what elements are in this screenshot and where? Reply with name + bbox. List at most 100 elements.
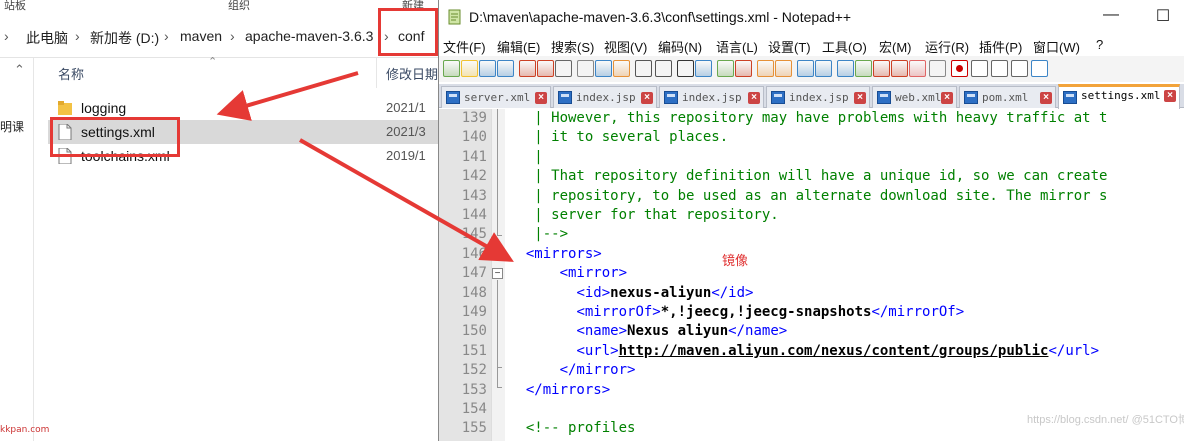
record-icon[interactable]: [951, 60, 968, 77]
expand-up-icon[interactable]: ⌃: [14, 62, 25, 78]
line-number: 150: [461, 323, 487, 340]
new-icon[interactable]: [443, 60, 460, 77]
tab-server-xml[interactable]: server.xml ×: [441, 86, 551, 108]
code-line: 139 | However, this repository may have …: [439, 109, 1184, 128]
menu-item[interactable]: 编辑(E): [497, 37, 540, 56]
monitor-icon[interactable]: [929, 60, 946, 77]
print-icon[interactable]: [555, 60, 572, 77]
breadcrumb-apache-maven[interactable]: apache-maven-3.6.3: [245, 28, 373, 44]
file-tab-icon: [964, 91, 978, 104]
line-number: 155: [461, 420, 487, 437]
tab-settings-xml[interactable]: settings.xml ×: [1058, 84, 1180, 109]
menu-item[interactable]: 工具(O): [822, 37, 867, 56]
breadcrumb-maven[interactable]: maven: [180, 28, 222, 44]
zoom-out-icon[interactable]: [735, 60, 752, 77]
sort-ascending-icon: ⌃: [208, 56, 218, 68]
watermark-text: https://blog.csdn.net/ @51CTO博客: [1027, 414, 1184, 426]
function-list-icon[interactable]: [891, 60, 908, 77]
line-number: 143: [461, 187, 487, 204]
close-tab-icon[interactable]: ×: [1164, 90, 1176, 102]
code-token: <url>: [576, 342, 619, 359]
code-token: | That repository definition will have a…: [509, 168, 1108, 185]
tab-index-jsp[interactable]: index.jsp ×: [659, 86, 764, 108]
close-icon[interactable]: [519, 60, 536, 77]
menu-item[interactable]: 运行(R): [925, 37, 969, 56]
close-tab-icon[interactable]: ×: [941, 92, 953, 104]
nav-item-label[interactable]: 明课: [0, 118, 24, 135]
save-macro-icon[interactable]: [1031, 60, 1048, 77]
maximize-button[interactable]: ☐: [1153, 6, 1173, 26]
code-token: <mirror>: [559, 265, 628, 282]
close-tab-icon[interactable]: ×: [854, 92, 866, 104]
redo-icon[interactable]: [655, 60, 672, 77]
code-text: <mirror>: [509, 265, 627, 281]
replace-icon[interactable]: [695, 60, 712, 77]
tab-web-xml[interactable]: web.xml ×: [872, 86, 957, 108]
chevron-right-icon: ›: [75, 28, 80, 44]
minimize-button[interactable]: —: [1101, 6, 1121, 26]
wrap-icon[interactable]: [797, 60, 814, 77]
chevron-right-icon: ›: [230, 28, 235, 44]
column-divider[interactable]: [376, 58, 377, 88]
ribbon-strip: 站板 组织 新建: [0, 0, 440, 14]
column-header-name[interactable]: 名称: [58, 64, 84, 83]
play-icon[interactable]: [991, 60, 1008, 77]
run-multiple-icon[interactable]: [1011, 60, 1028, 77]
menu-item[interactable]: 搜索(S): [551, 37, 594, 56]
column-header-modified[interactable]: 修改日期: [386, 64, 438, 83]
udl-icon[interactable]: [855, 60, 872, 77]
breadcrumb-this-pc[interactable]: 此电脑: [26, 28, 68, 48]
toolbar: [439, 56, 1184, 82]
open-icon[interactable]: [461, 60, 478, 77]
menu-item[interactable]: 设置(T): [768, 37, 811, 56]
tab-index-jsp[interactable]: index.jsp ×: [766, 86, 870, 108]
close-all-icon[interactable]: [537, 60, 554, 77]
title-bar[interactable]: D:\maven\apache-maven-3.6.3\conf\setting…: [439, 0, 1184, 34]
close-tab-icon[interactable]: ×: [641, 92, 653, 104]
save-all-icon[interactable]: [497, 60, 514, 77]
address-bar[interactable]: › 此电脑 › 新加卷 (D:) › maven › apache-maven-…: [0, 14, 440, 58]
menu-item[interactable]: 视图(V): [604, 37, 647, 56]
tab-index-jsp[interactable]: index.jsp ×: [553, 86, 657, 108]
code-editor[interactable]: − − 镜像 139 | However, this repository ma…: [439, 109, 1184, 441]
close-tab-icon[interactable]: ×: [535, 92, 547, 104]
ribbon-group-clipboard: 站板: [4, 0, 26, 12]
stop-icon[interactable]: [971, 60, 988, 77]
menu-item[interactable]: 宏(M): [879, 37, 912, 56]
all-chars-icon[interactable]: [815, 60, 832, 77]
code-line: 152 </mirror>: [439, 361, 1184, 380]
code-text: <name>Nexus aliyun</name>: [509, 323, 787, 339]
highlight-box-conf: [378, 8, 438, 56]
tab-pom-xml[interactable]: pom.xml ×: [959, 86, 1056, 108]
indent-guide-icon[interactable]: [837, 60, 854, 77]
code-token: </name>: [728, 323, 788, 340]
chevron-right-icon: ›: [164, 28, 169, 44]
close-tab-icon[interactable]: ×: [1040, 92, 1052, 104]
folder-workspace-icon[interactable]: [909, 60, 926, 77]
menu-item[interactable]: 编码(N): [658, 37, 702, 56]
code-token: | it to several places.: [509, 129, 729, 146]
find-icon[interactable]: [677, 60, 694, 77]
code-line: 148 <id>nexus-aliyun</id>: [439, 284, 1184, 303]
code-text: <url>http://maven.aliyun.com/nexus/conte…: [509, 343, 1099, 359]
cut-icon[interactable]: [577, 60, 594, 77]
menu-item[interactable]: 文件(F): [443, 37, 486, 56]
close-tab-icon[interactable]: ×: [748, 92, 760, 104]
sync-v-icon[interactable]: [757, 60, 774, 77]
save-icon[interactable]: [479, 60, 496, 77]
breadcrumb-drive-d[interactable]: 新加卷 (D:): [90, 28, 159, 48]
menu-item[interactable]: 窗口(W): [1033, 37, 1080, 56]
menu-item[interactable]: 语言(L): [716, 37, 758, 56]
sync-h-icon[interactable]: [775, 60, 792, 77]
line-number: 145: [461, 226, 487, 243]
zoom-in-icon[interactable]: [717, 60, 734, 77]
menu-item[interactable]: ?: [1096, 37, 1103, 52]
undo-icon[interactable]: [635, 60, 652, 77]
copy-icon[interactable]: [595, 60, 612, 77]
paste-icon[interactable]: [613, 60, 630, 77]
doc-map-icon[interactable]: [873, 60, 890, 77]
tab-label: pom.xml: [982, 91, 1029, 104]
menu-item[interactable]: 插件(P): [979, 37, 1022, 56]
code-line: 144 | server for that repository.: [439, 206, 1184, 225]
